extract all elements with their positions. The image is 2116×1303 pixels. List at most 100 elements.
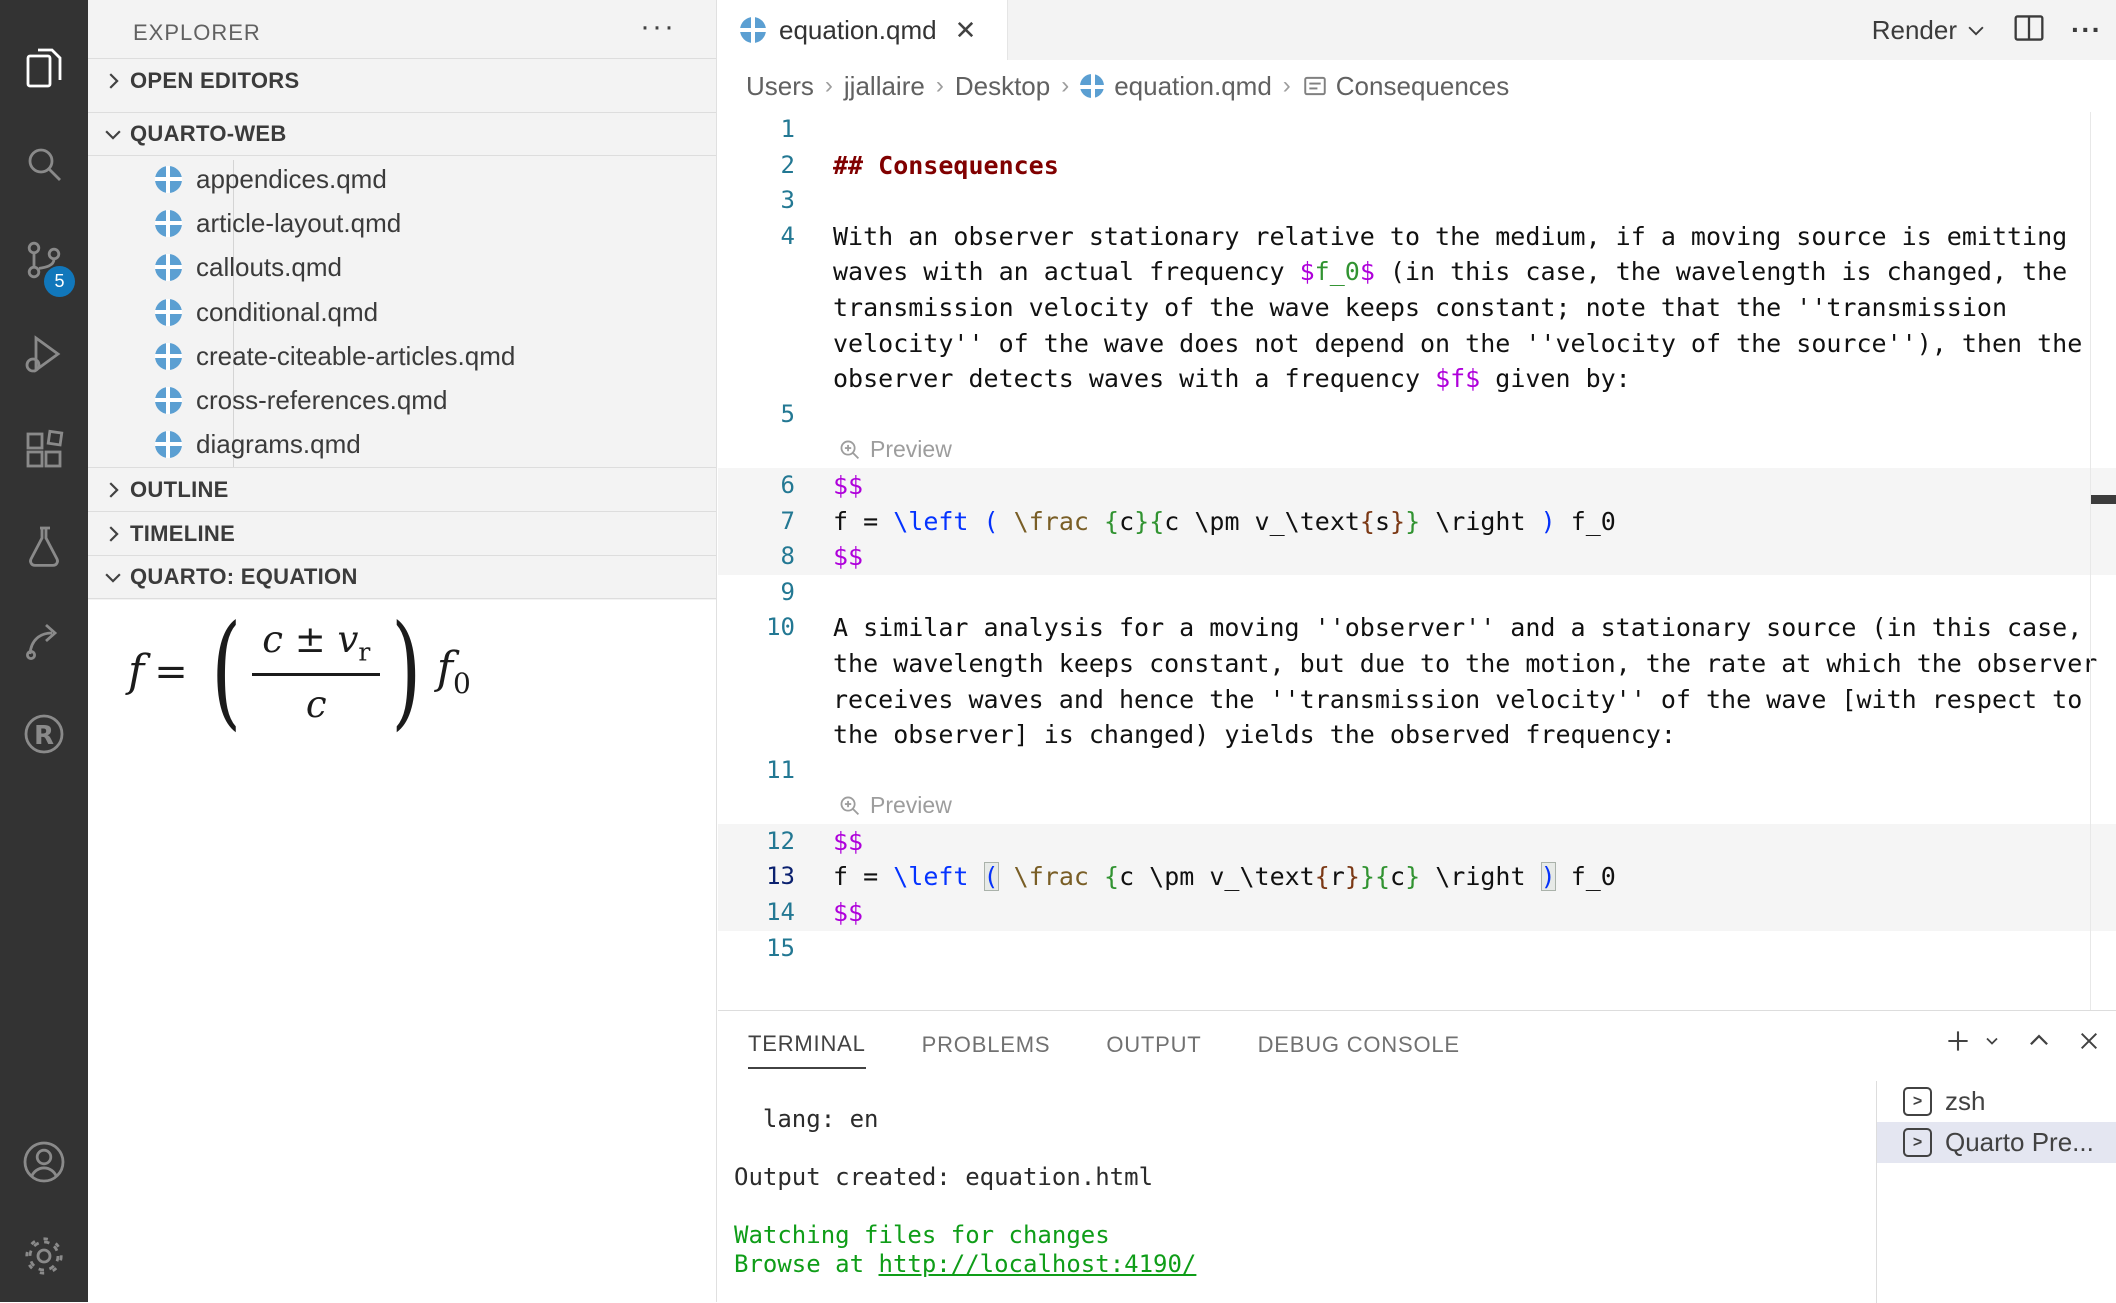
quarto-file-icon	[155, 210, 182, 237]
code-text: the wavelength keeps constant, but due t…	[833, 646, 2097, 682]
line-number: 15	[718, 931, 795, 967]
editor-more-actions-icon[interactable]: ···	[2071, 14, 2102, 46]
line-number: 10	[718, 610, 795, 646]
breadcrumb-label: Consequences	[1336, 71, 1509, 102]
maximize-panel-icon[interactable]	[2026, 1028, 2052, 1059]
terminal-dropdown-icon[interactable]	[1982, 1031, 2002, 1056]
quarto-file-icon	[155, 431, 182, 458]
sidebar-file-item[interactable]: conditional.qmd	[88, 290, 716, 334]
section-title: OPEN EDITORS	[130, 68, 299, 94]
breadcrumb-item[interactable]: Desktop	[955, 71, 1050, 102]
code-line: 4With an observer stationary relative to…	[718, 219, 2116, 255]
equation-num-c: c	[262, 618, 283, 661]
sidebar-header: EXPLORER ···	[88, 0, 716, 58]
extensions-icon[interactable]	[0, 406, 88, 498]
render-button[interactable]: Render	[1872, 15, 1987, 46]
code-line: 13f = \left ( \frac {c \pm v_\text{r}}{c…	[718, 859, 2116, 895]
section-timeline[interactable]: TIMELINE	[88, 511, 716, 555]
breadcrumb-item[interactable]: jjallaire	[844, 71, 925, 102]
code-line: 15	[718, 931, 2116, 967]
equation-tail-sub: 0	[453, 667, 471, 700]
line-number: 1	[718, 112, 795, 148]
sidebar-file-item[interactable]: diagrams.qmd	[88, 423, 716, 467]
overview-ruler-cursor-mark	[2091, 495, 2116, 504]
terminal-line: Browse at http://localhost:4190/	[734, 1250, 1196, 1279]
chevron-down-icon	[100, 566, 126, 588]
section-open-editors[interactable]: OPEN EDITORS	[88, 58, 716, 102]
breadcrumb-label: Desktop	[955, 71, 1050, 102]
sidebar-file-item[interactable]: cross-references.qmd	[88, 378, 716, 422]
tab-strip: equation.qmd ✕ Render ···	[718, 0, 2116, 60]
quarto-file-icon	[155, 299, 182, 326]
section-outline[interactable]: OUTLINE	[88, 467, 716, 511]
line-number: 2	[718, 148, 795, 184]
panel-actions	[1944, 1011, 2102, 1075]
terminal-link[interactable]: http://localhost:4190/	[879, 1250, 1197, 1278]
terminal-instance-label: zsh	[1945, 1086, 1985, 1117]
breadcrumb-item[interactable]: Users	[746, 71, 814, 102]
breadcrumb-item[interactable]: Consequences	[1302, 71, 1509, 102]
close-panel-icon[interactable]	[2076, 1028, 2102, 1059]
breadcrumb-item[interactable]: equation.qmd	[1080, 71, 1272, 102]
section-quarto-web[interactable]: QUARTO-WEB	[88, 112, 716, 156]
settings-icon[interactable]	[0, 1210, 88, 1302]
search-icon[interactable]	[0, 118, 88, 210]
tab-equation-qmd[interactable]: equation.qmd ✕	[718, 0, 1008, 60]
terminal-line: lang: en	[734, 1105, 1196, 1134]
testing-icon[interactable]	[0, 500, 88, 592]
panel-tab-problems[interactable]: PROBLEMS	[922, 1018, 1051, 1068]
breadcrumb-label: Users	[746, 71, 814, 102]
run-debug-icon[interactable]	[0, 308, 88, 400]
code-line: 11	[718, 753, 2116, 789]
split-editor-icon[interactable]	[2013, 13, 2045, 48]
terminal-output[interactable]: lang: enOutput created: equation.htmlWat…	[734, 1105, 1196, 1279]
sidebar-file-item[interactable]: appendices.qmd	[88, 157, 716, 201]
panel-tab-terminal[interactable]: TERMINAL	[748, 1017, 866, 1069]
bottom-panel: TERMINAL PROBLEMS OUTPUT DEBUG CONSOLE lang…	[718, 1010, 2116, 1302]
terminal-line	[734, 1134, 1196, 1163]
code-line: 8$$	[718, 539, 2116, 575]
code-text: transmission velocity of the wave keeps …	[833, 290, 2007, 326]
equation-fraction: c ± vr c	[252, 618, 380, 726]
sidebar-file-item[interactable]: callouts.qmd	[88, 246, 716, 290]
code-text: observer detects waves with a frequency …	[833, 361, 1631, 397]
equation-close-paren: )	[392, 616, 422, 728]
file-name: conditional.qmd	[196, 297, 378, 328]
r-lang-icon[interactable]: R	[0, 688, 88, 780]
panel-tab-output[interactable]: OUTPUT	[1106, 1018, 1201, 1068]
sidebar-more-actions-icon[interactable]: ···	[640, 10, 676, 44]
equation-equals: =	[154, 649, 188, 695]
terminal-icon: >	[1903, 1087, 1932, 1116]
symbol-section-icon	[1302, 73, 1336, 99]
quarto-file-icon	[740, 17, 766, 43]
panel-tab-debug-console[interactable]: DEBUG CONSOLE	[1258, 1018, 1460, 1068]
sidebar-file-item[interactable]: create-citeable-articles.qmd	[88, 334, 716, 378]
section-quarto-equation[interactable]: QUARTO: EQUATION	[88, 555, 716, 599]
plus-minus-sign: ±	[295, 618, 326, 661]
chevron-right-icon	[100, 523, 126, 545]
codelens-row: Preview	[718, 788, 2116, 824]
files-icon[interactable]	[0, 22, 88, 114]
section-title: QUARTO: EQUATION	[130, 564, 358, 590]
preview-codelens[interactable]: Preview	[838, 788, 952, 824]
quarto-icon[interactable]	[0, 592, 88, 684]
terminal-instance-list: > zsh >Quarto Pre...	[1876, 1081, 2116, 1303]
code-text: $$	[833, 539, 863, 575]
source-control-icon[interactable]: 5	[0, 214, 88, 306]
file-name: cross-references.qmd	[196, 385, 447, 416]
quarto-file-icon	[155, 343, 182, 370]
account-icon[interactable]	[0, 1116, 88, 1208]
terminal-instance-quarto-pre---[interactable]: >Quarto Pre...	[1877, 1122, 2116, 1163]
code-text: With an observer stationary relative to …	[833, 219, 2067, 255]
new-terminal-icon[interactable]	[1944, 1027, 1972, 1060]
code-editor[interactable]: 12## Consequences34With an observer stat…	[718, 112, 2116, 1010]
line-number: 13	[718, 859, 795, 895]
breadcrumb-label: equation.qmd	[1114, 71, 1272, 102]
code-line: waves with an actual frequency $f_0$ (in…	[718, 254, 2116, 290]
tab-close-icon[interactable]: ✕	[955, 15, 977, 46]
sidebar-file-item[interactable]: article-layout.qmd	[88, 201, 716, 245]
terminal-instance-zsh[interactable]: > zsh	[1877, 1081, 2116, 1122]
quarto-file-icon	[1080, 74, 1104, 98]
section-title: TIMELINE	[130, 521, 235, 547]
preview-codelens[interactable]: Preview	[838, 432, 952, 468]
